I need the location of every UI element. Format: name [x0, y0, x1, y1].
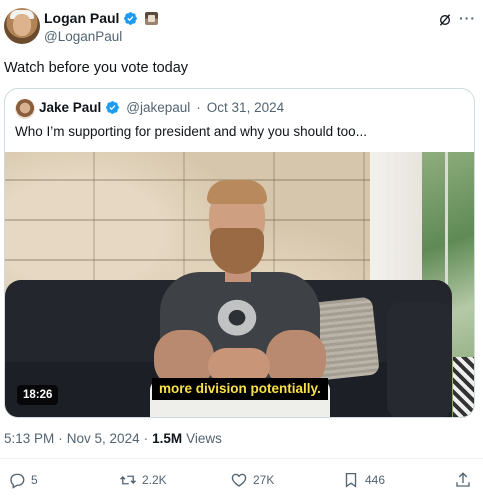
video-player[interactable]: more division potentially. 18:26 — [5, 152, 474, 417]
person-shirt-print — [205, 288, 269, 342]
post-time[interactable]: 5:13 PM — [4, 431, 54, 446]
reply-count: 5 — [31, 473, 38, 487]
quote-date[interactable]: Oct 31, 2024 — [207, 100, 284, 115]
share-button[interactable] — [454, 471, 472, 489]
video-sofa-arm — [387, 302, 452, 417]
person-beard — [210, 228, 264, 274]
video-subtitle: more division potentially. — [152, 378, 328, 400]
post-meta: 5:13 PM · Nov 5, 2024 · 1.5M Views — [4, 431, 222, 446]
repost-count: 2.2K — [142, 473, 167, 487]
author-name[interactable]: Logan Paul — [44, 10, 119, 26]
post-date[interactable]: Nov 5, 2024 — [67, 431, 140, 446]
reply-button[interactable]: 5 — [8, 471, 38, 489]
bookmark-icon — [345, 472, 357, 488]
grok-icon[interactable] — [437, 12, 453, 28]
author-name-row: Logan Paul — [44, 10, 159, 26]
video-pillow — [453, 357, 474, 417]
like-icon — [231, 473, 247, 487]
meta-separator: · — [58, 431, 63, 446]
quote-handle[interactable]: @jakepaul — [126, 100, 190, 115]
affiliate-badge-icon — [145, 11, 159, 25]
verified-icon — [124, 11, 138, 25]
video-duration: 18:26 — [17, 385, 59, 405]
more-icon[interactable]: ··· — [459, 10, 476, 26]
quote-avatar[interactable] — [15, 99, 35, 119]
post: Logan Paul @LoganPaul ··· Watch before y… — [0, 0, 483, 497]
person-hair — [207, 180, 267, 204]
like-button[interactable]: 27K — [230, 471, 274, 489]
avatar[interactable] — [4, 8, 40, 44]
verified-icon — [106, 101, 120, 114]
action-bar: 5 2.2K 27K 446 — [0, 471, 483, 491]
quote-separator: · — [196, 100, 201, 115]
author-handle[interactable]: @LoganPaul — [44, 29, 122, 44]
bookmark-button[interactable]: 446 — [342, 471, 385, 489]
quote-author-name[interactable]: Jake Paul — [39, 100, 101, 115]
views-count: 1.5M — [152, 431, 183, 446]
repost-button[interactable]: 2.2K — [119, 471, 167, 489]
quoted-post[interactable]: Jake Paul @jakepaul · Oct 31, 2024 Who I… — [4, 88, 475, 418]
views-label: Views — [186, 431, 222, 446]
quote-text: Who I’m supporting for president and why… — [15, 124, 367, 139]
meta-separator: · — [143, 431, 149, 446]
reply-icon — [10, 473, 25, 489]
divider — [0, 458, 483, 459]
share-icon — [456, 472, 470, 487]
tweet-text: Watch before you vote today — [4, 60, 189, 76]
quote-author-row: Jake Paul @jakepaul · Oct 31, 2024 — [39, 100, 284, 115]
bookmark-count: 446 — [365, 473, 386, 487]
like-count: 27K — [253, 473, 275, 487]
avatar-face — [13, 14, 31, 36]
repost-icon — [120, 475, 136, 485]
